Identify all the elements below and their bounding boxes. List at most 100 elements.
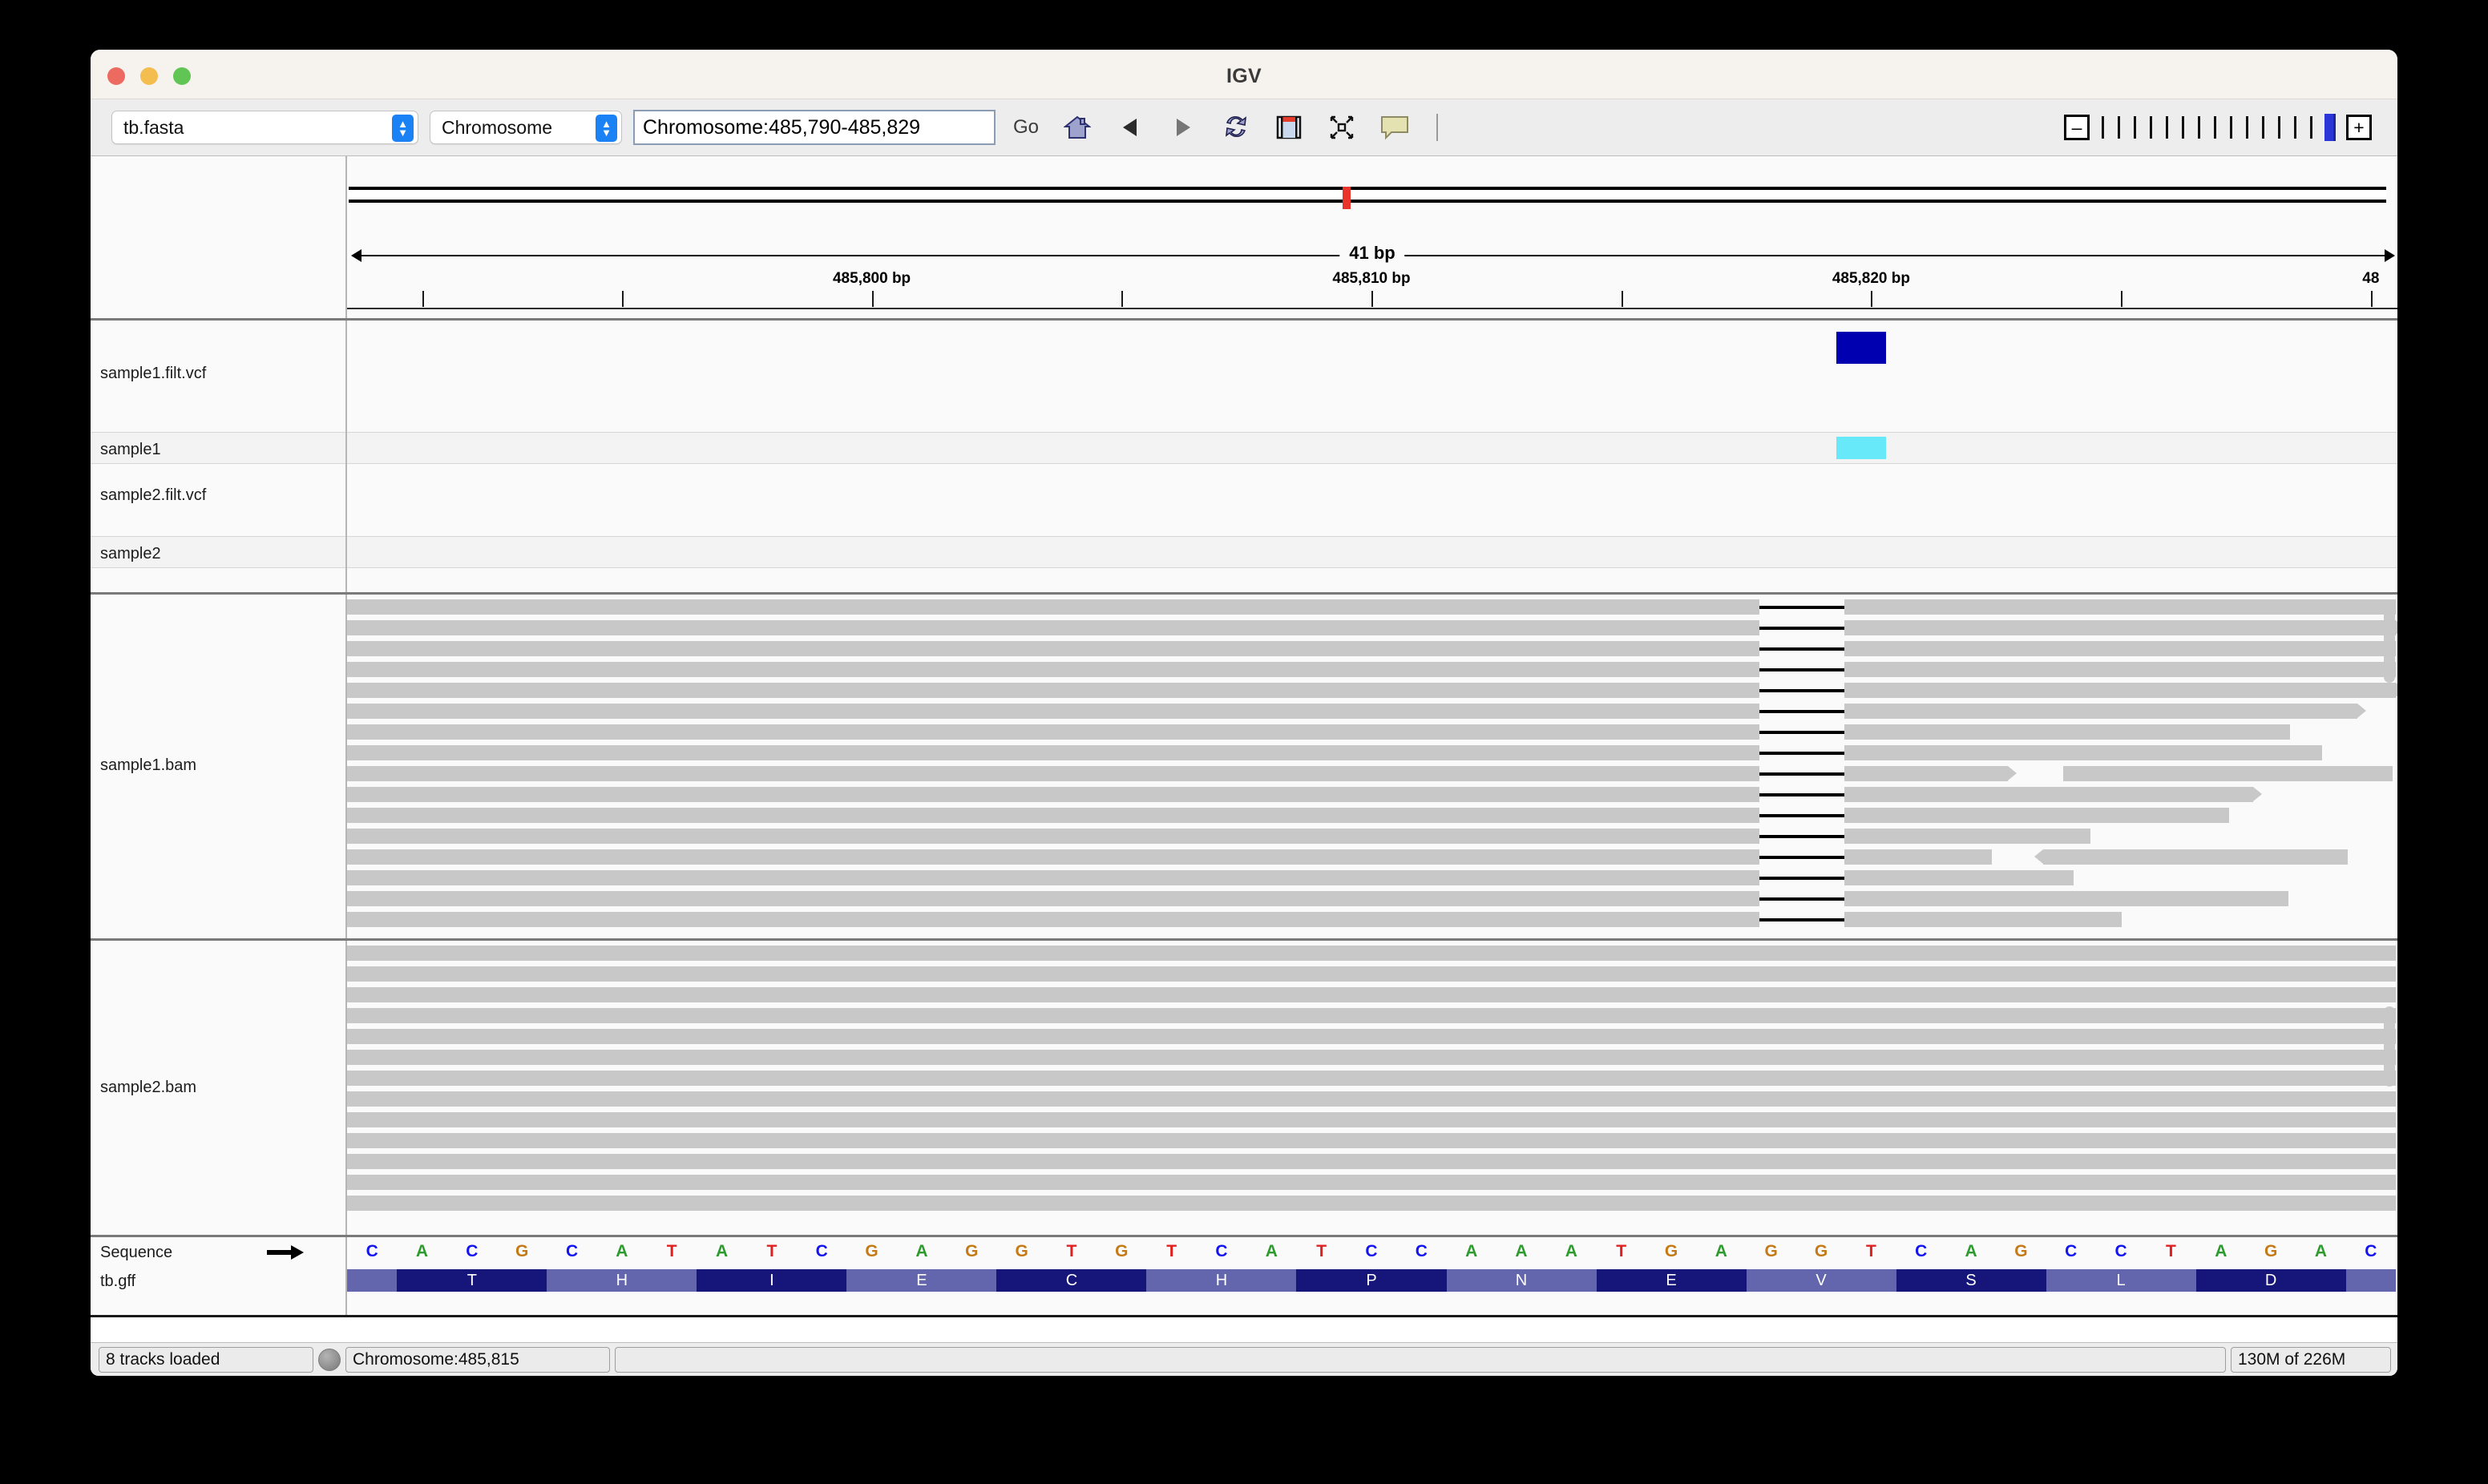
alignment-read[interactable] [347, 987, 2396, 1002]
track-label-sequence[interactable]: Sequence [100, 1244, 172, 1262]
alignment-read[interactable] [1844, 745, 2322, 760]
alignment-read[interactable] [347, 766, 1759, 781]
zoom-slider[interactable]: – + [2059, 114, 2377, 141]
alignment-read[interactable] [347, 1050, 2396, 1065]
amino-acid-block[interactable]: E [1596, 1269, 1747, 1292]
alignment-read[interactable] [1844, 641, 2396, 656]
alignment-read[interactable] [347, 787, 1759, 802]
amino-acid-block[interactable]: E [846, 1269, 997, 1292]
zoom-tick[interactable] [2213, 116, 2216, 139]
alignment-read[interactable] [347, 870, 1759, 885]
locus-input[interactable]: Chromosome:485,790-485,829 [633, 110, 996, 145]
zoom-tick[interactable] [2149, 116, 2152, 139]
alignment-read[interactable] [1844, 829, 2091, 844]
ruler-data-column[interactable]: 41 bp 485,800 bp 485,810 bp 485,820 bp 48 [347, 156, 2397, 318]
zoom-slider-thumb[interactable] [2324, 114, 2336, 141]
amino-acid-block[interactable]: C [996, 1269, 1147, 1292]
alignment-read[interactable] [347, 745, 1759, 760]
alignment-read[interactable] [347, 912, 1759, 927]
zoom-tick[interactable] [2133, 116, 2136, 139]
track-label-sample1-filt-vcf[interactable]: sample1.filt.vcf [100, 365, 206, 383]
amino-acid-block[interactable]: D [2195, 1269, 2346, 1292]
amino-acid-block[interactable]: S [1896, 1269, 2046, 1292]
alignment-read[interactable] [1844, 870, 2074, 885]
chromosome-select[interactable]: Chromosome ▲ ▼ [430, 111, 622, 144]
track-label-sample2-bam[interactable]: sample2.bam [100, 1079, 196, 1097]
vcf-genotype-sample1[interactable] [1836, 437, 1886, 459]
right-arrow-icon[interactable] [267, 1245, 304, 1260]
amino-acid-block[interactable] [347, 1269, 398, 1292]
zoom-out-button[interactable]: – [2064, 115, 2090, 140]
amino-acid-block[interactable]: I [697, 1269, 847, 1292]
vcf-variant-sample1[interactable] [1836, 332, 1886, 364]
back-arrow-icon[interactable] [1109, 109, 1151, 146]
fit-to-window-icon[interactable] [1321, 109, 1363, 146]
alignment-read[interactable] [347, 1091, 2396, 1107]
alignment-read[interactable] [1844, 683, 2397, 698]
alignment-read[interactable] [347, 724, 1759, 740]
alignment-read[interactable] [2063, 766, 2393, 781]
zoom-tick[interactable] [2293, 116, 2296, 139]
alignment-read[interactable] [347, 1196, 2396, 1211]
alignment-read[interactable] [347, 849, 1759, 865]
alignment-read[interactable] [1844, 808, 2229, 823]
alignment-read[interactable] [1844, 849, 1993, 865]
genome-select[interactable]: tb.fasta ▲ ▼ [111, 111, 418, 144]
amino-acid-block[interactable]: H [547, 1269, 697, 1292]
zoom-in-button[interactable]: + [2346, 115, 2372, 140]
amino-acid-block[interactable]: P [1296, 1269, 1447, 1292]
alignment-read[interactable] [347, 662, 1759, 677]
track-label-sample2[interactable]: sample2 [100, 545, 161, 563]
zoom-tick[interactable] [2181, 116, 2184, 139]
vcf-data-column[interactable] [347, 321, 2397, 592]
zoom-tick[interactable] [2229, 116, 2232, 139]
alignment-read[interactable] [347, 599, 1759, 615]
zoom-tick[interactable] [2277, 116, 2280, 139]
alignment-read[interactable] [1844, 724, 2290, 740]
track-label-sample2-filt-vcf[interactable]: sample2.filt.vcf [100, 486, 206, 505]
alignment-read[interactable] [347, 1008, 2396, 1023]
zoom-tick[interactable] [2261, 116, 2264, 139]
alignment-read[interactable] [1844, 662, 2396, 677]
alignment-read[interactable] [347, 891, 1759, 906]
alignment-read[interactable] [1844, 599, 2396, 615]
alignment-read[interactable] [347, 1133, 2396, 1148]
zoom-tick[interactable] [2309, 116, 2312, 139]
zoom-tick[interactable] [2101, 116, 2104, 139]
refresh-icon[interactable] [1215, 109, 1257, 146]
alignment-read[interactable] [347, 704, 1759, 719]
zoom-tick[interactable] [2245, 116, 2248, 139]
amino-acid-block[interactable] [2345, 1269, 2396, 1292]
zoom-tick[interactable] [2197, 116, 2200, 139]
tooltip-icon[interactable] [1374, 109, 1416, 146]
zoom-tick[interactable] [2165, 116, 2168, 139]
amino-acid-block[interactable]: L [2046, 1269, 2196, 1292]
alignment-read[interactable] [347, 1112, 2396, 1127]
bam2-data-column[interactable] [347, 941, 2397, 1235]
home-icon[interactable] [1056, 109, 1098, 146]
alignment-read[interactable] [1844, 891, 2288, 906]
forward-arrow-icon[interactable] [1162, 109, 1204, 146]
zoom-tick[interactable] [2117, 116, 2120, 139]
chromosome-ideogram[interactable] [349, 187, 2386, 209]
alignment-read[interactable] [347, 641, 1759, 656]
amino-acid-block[interactable]: T [397, 1269, 547, 1292]
alignment-read[interactable] [347, 683, 1759, 698]
alignment-read[interactable] [347, 808, 1759, 823]
region-navigator-icon[interactable] [1268, 109, 1310, 146]
alignment-read[interactable] [347, 1029, 2396, 1044]
alignment-read[interactable] [347, 620, 1759, 635]
alignment-read[interactable] [1844, 787, 2263, 802]
alignment-read[interactable] [1844, 912, 2122, 927]
track-label-sample1-bam[interactable]: sample1.bam [100, 756, 196, 775]
amino-acid-block[interactable]: V [1746, 1269, 1896, 1292]
track-label-sample1[interactable]: sample1 [100, 441, 161, 459]
alignment-read[interactable] [347, 1175, 2396, 1190]
alignment-read[interactable] [1844, 704, 2366, 719]
alignment-read[interactable] [347, 829, 1759, 844]
sequence-data-column[interactable]: CACGCATATCGAGGTGTCATCCAAATGAGGTCAGCCTAGA… [347, 1237, 2397, 1315]
alignment-read[interactable] [347, 1154, 2396, 1169]
alignment-read[interactable] [2034, 849, 2348, 865]
go-button[interactable]: Go [1007, 116, 1045, 139]
track-label-tb-gff[interactable]: tb.gff [100, 1272, 135, 1291]
